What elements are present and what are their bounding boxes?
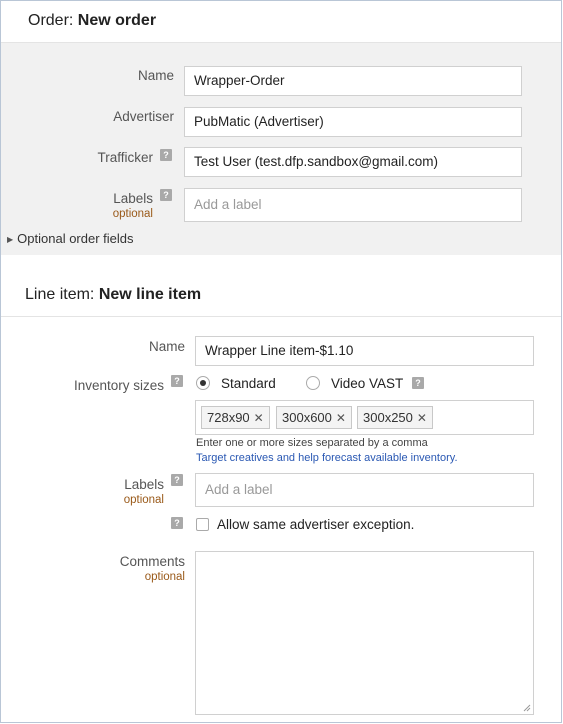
close-icon[interactable]: ✕ — [336, 411, 346, 425]
triangle-right-icon: ▶ — [7, 235, 14, 244]
comments-textarea[interactable] — [195, 551, 534, 715]
advertiser-input[interactable]: PubMatic (Advertiser) — [184, 107, 522, 137]
target-creatives-link[interactable]: Target creatives and help forecast avail… — [196, 452, 458, 464]
help-icon[interactable]: ? — [412, 377, 424, 389]
line-item-labels-optional: optional — [123, 494, 164, 506]
optional-order-fields-toggle[interactable]: ▶ Optional order fields — [7, 231, 134, 246]
comments-optional: optional — [144, 571, 185, 583]
order-labels-label: Labels — [113, 191, 153, 206]
inventory-sizes-label: Inventory sizes — [73, 378, 164, 393]
help-icon[interactable]: ? — [171, 375, 183, 387]
trafficker-input[interactable]: Test User (test.dfp.sandbox@gmail.com) — [184, 147, 522, 177]
line-item-name-input[interactable]: Wrapper Line item-$1.10 — [195, 336, 534, 366]
advertiser-exception-label[interactable]: Allow same advertiser exception. — [217, 517, 414, 532]
size-chip-label: 300x600 — [282, 410, 332, 425]
sizes-hint: Enter one or more sizes separated by a c… — [196, 437, 428, 449]
video-vast-radio-label[interactable]: Video VAST — [331, 376, 403, 391]
order-labels-input[interactable]: Add a label — [184, 188, 522, 222]
order-title-name: New order — [77, 12, 157, 29]
comments-label: Comments — [119, 554, 185, 569]
line-item-name-label: Name — [148, 339, 185, 354]
order-header: Order: New order — [1, 1, 561, 43]
order-name-label: Name — [137, 68, 174, 83]
form-frame: Order: New order Name Wrapper-Order Adve… — [0, 0, 562, 723]
order-title: Order: New order — [28, 12, 156, 30]
line-item-header: Line item: New line item — [1, 265, 561, 317]
close-icon[interactable]: ✕ — [417, 411, 427, 425]
order-name-input[interactable]: Wrapper-Order — [184, 66, 522, 96]
video-vast-radio[interactable] — [306, 376, 320, 390]
standard-radio[interactable] — [196, 376, 210, 390]
size-chip: 728x90 ✕ — [201, 406, 270, 429]
advertiser-exception-checkbox[interactable] — [196, 518, 209, 531]
inventory-sizes-input[interactable]: 728x90 ✕ 300x600 ✕ 300x250 ✕ — [195, 400, 534, 435]
help-icon[interactable]: ? — [171, 517, 183, 529]
standard-radio-label[interactable]: Standard — [221, 376, 276, 391]
trafficker-label: Trafficker — [97, 150, 153, 165]
help-icon[interactable]: ? — [160, 149, 172, 161]
size-chip: 300x600 ✕ — [276, 406, 352, 429]
size-chip-label: 728x90 — [207, 410, 250, 425]
size-chip: 300x250 ✕ — [357, 406, 433, 429]
line-item-title: Line item: New line item — [25, 286, 201, 304]
help-icon[interactable]: ? — [160, 189, 172, 201]
line-item-labels-label: Labels — [124, 477, 164, 492]
optional-order-fields-label: Optional order fields — [17, 231, 134, 246]
size-chip-label: 300x250 — [363, 410, 413, 425]
line-item-labels-input[interactable]: Add a label — [195, 473, 534, 507]
help-icon[interactable]: ? — [171, 474, 183, 486]
close-icon[interactable]: ✕ — [254, 411, 264, 425]
advertiser-label: Advertiser — [113, 109, 174, 124]
order-labels-optional: optional — [112, 208, 153, 220]
resize-handle-icon[interactable] — [523, 704, 531, 712]
line-item-title-prefix: Line item: — [25, 286, 95, 303]
order-title-prefix: Order: — [28, 12, 74, 29]
line-item-title-name: New line item — [98, 286, 202, 303]
